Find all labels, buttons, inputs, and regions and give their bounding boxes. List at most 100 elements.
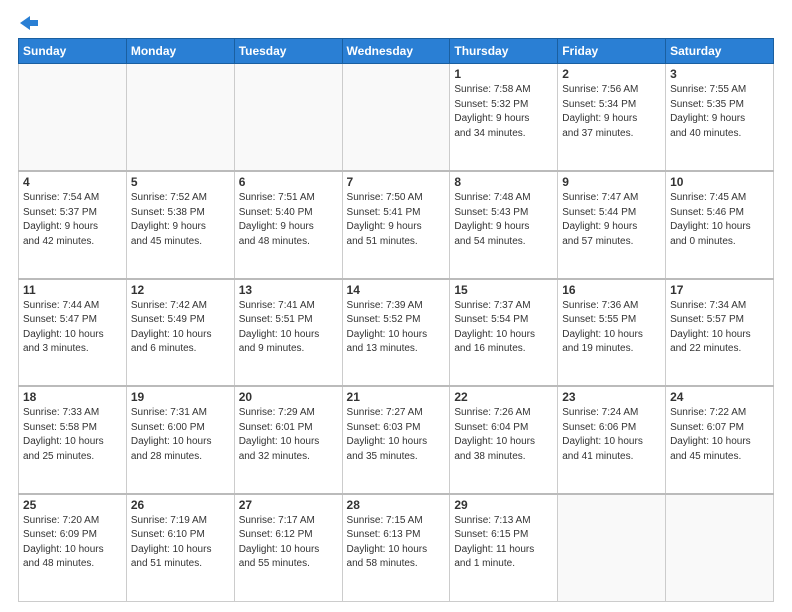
day-info: Sunrise: 7:22 AM Sunset: 6:07 PM Dayligh… [670,406,769,464]
col-header-saturday: Saturday [666,39,774,64]
calendar-cell: 24 Sunrise: 7:22 AM Sunset: 6:07 PM Dayli… [666,386,774,494]
calendar-cell: 29 Sunrise: 7:13 AM Sunset: 6:15 PM Dayli… [450,494,558,602]
calendar-cell: 13 Sunrise: 7:41 AM Sunset: 5:51 PM Dayli… [234,279,342,387]
day-info: Sunrise: 7:50 AM Sunset: 5:41 PM Dayligh… [347,191,446,249]
calendar-cell: 6 Sunrise: 7:51 AM Sunset: 5:40 PM Daylig… [234,171,342,279]
day-number: 12 [131,283,230,297]
calendar-cell: 7 Sunrise: 7:50 AM Sunset: 5:41 PM Daylig… [342,171,450,279]
col-header-sunday: Sunday [19,39,127,64]
day-info: Sunrise: 7:26 AM Sunset: 6:04 PM Dayligh… [454,406,553,464]
calendar-cell [19,64,127,172]
day-info: Sunrise: 7:45 AM Sunset: 5:46 PM Dayligh… [670,191,769,249]
day-info: Sunrise: 7:20 AM Sunset: 6:09 PM Dayligh… [23,514,122,572]
day-info: Sunrise: 7:44 AM Sunset: 5:47 PM Dayligh… [23,299,122,357]
day-number: 2 [562,67,661,81]
col-header-monday: Monday [126,39,234,64]
calendar-cell: 3Sunrise: 7:55 AM Sunset: 5:35 PM Daylig… [666,64,774,172]
day-info: Sunrise: 7:51 AM Sunset: 5:40 PM Dayligh… [239,191,338,249]
day-info: Sunrise: 7:47 AM Sunset: 5:44 PM Dayligh… [562,191,661,249]
day-number: 20 [239,390,338,404]
calendar-cell: 25 Sunrise: 7:20 AM Sunset: 6:09 PM Dayli… [19,494,127,602]
logo-arrow-icon [20,16,38,30]
page: SundayMondayTuesdayWednesdayThursdayFrid… [0,0,792,612]
day-number: 18 [23,390,122,404]
calendar-cell: 14 Sunrise: 7:39 AM Sunset: 5:52 PM Dayli… [342,279,450,387]
calendar-cell [126,64,234,172]
calendar-cell: 26 Sunrise: 7:19 AM Sunset: 6:10 PM Dayli… [126,494,234,602]
calendar-cell: 4 Sunrise: 7:54 AM Sunset: 5:37 PM Daylig… [19,171,127,279]
day-number: 17 [670,283,769,297]
day-number: 29 [454,498,553,512]
calendar-cell: 22 Sunrise: 7:26 AM Sunset: 6:04 PM Dayli… [450,386,558,494]
day-number: 21 [347,390,446,404]
day-number: 28 [347,498,446,512]
calendar-cell: 1 Sunrise: 7:58 AM Sunset: 5:32 PM Daylig… [450,64,558,172]
day-info: Sunrise: 7:19 AM Sunset: 6:10 PM Dayligh… [131,514,230,572]
day-number: 10 [670,175,769,189]
day-number: 6 [239,175,338,189]
calendar-cell: 27 Sunrise: 7:17 AM Sunset: 6:12 PM Dayli… [234,494,342,602]
day-number: 22 [454,390,553,404]
calendar-cell [666,494,774,602]
calendar-cell: 23 Sunrise: 7:24 AM Sunset: 6:06 PM Dayli… [558,386,666,494]
day-info: Sunrise: 7:29 AM Sunset: 6:01 PM Dayligh… [239,406,338,464]
calendar-cell: 10 Sunrise: 7:45 AM Sunset: 5:46 PM Dayli… [666,171,774,279]
calendar-cell: 9 Sunrise: 7:47 AM Sunset: 5:44 PM Daylig… [558,171,666,279]
calendar-cell: 16 Sunrise: 7:36 AM Sunset: 5:55 PM Dayli… [558,279,666,387]
day-number: 27 [239,498,338,512]
calendar-cell: 19Sunrise: 7:31 AM Sunset: 6:00 PM Dayli… [126,386,234,494]
day-info: Sunrise: 7:15 AM Sunset: 6:13 PM Dayligh… [347,514,446,572]
day-number: 25 [23,498,122,512]
day-number: 16 [562,283,661,297]
day-number: 4 [23,175,122,189]
day-info: Sunrise: 7:55 AM Sunset: 5:35 PM Dayligh… [670,83,769,141]
calendar-cell: 15 Sunrise: 7:37 AM Sunset: 5:54 PM Dayli… [450,279,558,387]
day-number: 1 [454,67,553,81]
calendar-cell: 11 Sunrise: 7:44 AM Sunset: 5:47 PM Dayli… [19,279,127,387]
col-header-friday: Friday [558,39,666,64]
calendar: SundayMondayTuesdayWednesdayThursdayFrid… [18,38,774,602]
day-number: 11 [23,283,122,297]
logo [18,16,38,30]
calendar-cell: 8 Sunrise: 7:48 AM Sunset: 5:43 PM Daylig… [450,171,558,279]
day-number: 23 [562,390,661,404]
day-number: 26 [131,498,230,512]
calendar-cell: 17 Sunrise: 7:34 AM Sunset: 5:57 PM Dayli… [666,279,774,387]
calendar-cell: 5Sunrise: 7:52 AM Sunset: 5:38 PM Daylig… [126,171,234,279]
day-info: Sunrise: 7:36 AM Sunset: 5:55 PM Dayligh… [562,299,661,357]
day-info: Sunrise: 7:56 AM Sunset: 5:34 PM Dayligh… [562,83,661,141]
day-number: 8 [454,175,553,189]
day-info: Sunrise: 7:39 AM Sunset: 5:52 PM Dayligh… [347,299,446,357]
day-info: Sunrise: 7:27 AM Sunset: 6:03 PM Dayligh… [347,406,446,464]
day-info: Sunrise: 7:54 AM Sunset: 5:37 PM Dayligh… [23,191,122,249]
day-info: Sunrise: 7:13 AM Sunset: 6:15 PM Dayligh… [454,514,553,572]
day-info: Sunrise: 7:33 AM Sunset: 5:58 PM Dayligh… [23,406,122,464]
col-header-wednesday: Wednesday [342,39,450,64]
day-number: 7 [347,175,446,189]
calendar-cell: 18 Sunrise: 7:33 AM Sunset: 5:58 PM Dayli… [19,386,127,494]
calendar-cell: 21 Sunrise: 7:27 AM Sunset: 6:03 PM Dayli… [342,386,450,494]
day-number: 9 [562,175,661,189]
calendar-cell: 12 Sunrise: 7:42 AM Sunset: 5:49 PM Dayli… [126,279,234,387]
day-info: Sunrise: 7:48 AM Sunset: 5:43 PM Dayligh… [454,191,553,249]
day-info: Sunrise: 7:17 AM Sunset: 6:12 PM Dayligh… [239,514,338,572]
day-info: Sunrise: 7:42 AM Sunset: 5:49 PM Dayligh… [131,299,230,357]
calendar-cell: 28 Sunrise: 7:15 AM Sunset: 6:13 PM Dayli… [342,494,450,602]
calendar-cell [234,64,342,172]
col-header-tuesday: Tuesday [234,39,342,64]
calendar-cell: 2 Sunrise: 7:56 AM Sunset: 5:34 PM Daylig… [558,64,666,172]
day-info: Sunrise: 7:37 AM Sunset: 5:54 PM Dayligh… [454,299,553,357]
day-number: 14 [347,283,446,297]
day-number: 13 [239,283,338,297]
day-info: Sunrise: 7:34 AM Sunset: 5:57 PM Dayligh… [670,299,769,357]
day-info: Sunrise: 7:58 AM Sunset: 5:32 PM Dayligh… [454,83,553,141]
day-info: Sunrise: 7:24 AM Sunset: 6:06 PM Dayligh… [562,406,661,464]
calendar-cell [558,494,666,602]
calendar-cell: 20 Sunrise: 7:29 AM Sunset: 6:01 PM Dayli… [234,386,342,494]
col-header-thursday: Thursday [450,39,558,64]
day-info: Sunrise: 7:52 AM Sunset: 5:38 PM Dayligh… [131,191,230,249]
day-info: Sunrise: 7:31 AM Sunset: 6:00 PM Dayligh… [131,406,230,464]
day-number: 24 [670,390,769,404]
day-info: Sunrise: 7:41 AM Sunset: 5:51 PM Dayligh… [239,299,338,357]
day-number: 15 [454,283,553,297]
